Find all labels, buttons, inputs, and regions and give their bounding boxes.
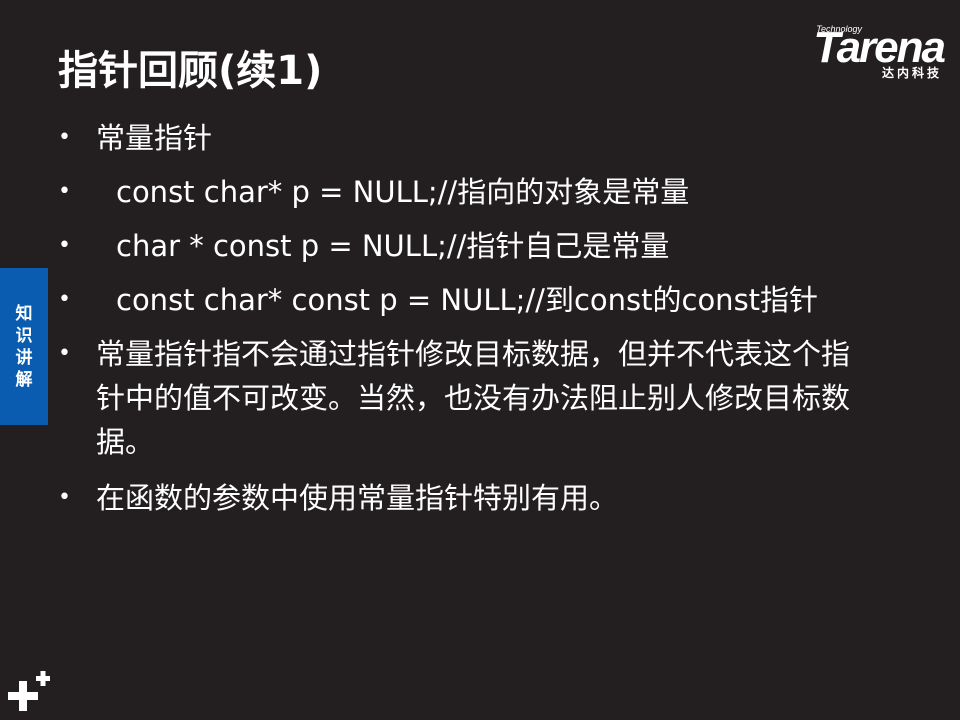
bullet-item: • char * const p = NULL;//指针自己是常量 xyxy=(58,224,878,268)
slide: 指针回顾(续1) Technology Tarena 达内科技 知 识 讲 解 … xyxy=(0,0,960,720)
bullet-text: char * const p = NULL;//指针自己是常量 xyxy=(116,229,670,263)
side-tab-char: 知 xyxy=(15,303,33,324)
bullet-dot: • xyxy=(58,179,71,204)
bullet-text: const char* p = NULL;//指向的对象是常量 xyxy=(116,175,690,209)
bullet-dot: • xyxy=(58,485,71,510)
bullet-dot: • xyxy=(58,287,71,312)
bullet-item: • const char* p = NULL;//指向的对象是常量 xyxy=(58,170,878,214)
bullet-dot: • xyxy=(58,125,71,150)
tarena-logo: Technology Tarena 达内科技 xyxy=(774,20,946,84)
bullet-text: const char* const p = NULL;//到const的cons… xyxy=(116,283,819,317)
bullet-list: • 常量指针 • const char* p = NULL;//指向的对象是常量… xyxy=(58,116,878,530)
logo-subtitle: 达内科技 xyxy=(881,66,942,80)
bullet-item: • 常量指针 xyxy=(58,116,878,160)
bullet-text: 常量指针 xyxy=(96,121,213,155)
bullet-item: • 在函数的参数中使用常量指针特别有用。 xyxy=(58,476,878,520)
bullet-item: • const char* const p = NULL;//到const的co… xyxy=(58,278,878,322)
bullet-text: 常量指针指不会通过指针修改目标数据，但并不代表这个指针中的值不可改变。当然，也没… xyxy=(96,337,851,459)
side-tab-char: 讲 xyxy=(15,347,33,368)
bullet-item: • 常量指针指不会通过指针修改目标数据，但并不代表这个指针中的值不可改变。当然，… xyxy=(58,332,878,464)
side-tab-knowledge: 知 识 讲 解 xyxy=(0,268,48,425)
plus-logo-icon xyxy=(8,671,50,711)
bullet-dot: • xyxy=(58,233,71,258)
bullet-text: 在函数的参数中使用常量指针特别有用。 xyxy=(96,481,619,515)
bullet-dot: • xyxy=(58,341,71,366)
side-tab-char: 识 xyxy=(15,325,33,346)
side-tab-char: 解 xyxy=(15,369,33,390)
slide-title: 指针回顾(续1) xyxy=(58,48,323,94)
